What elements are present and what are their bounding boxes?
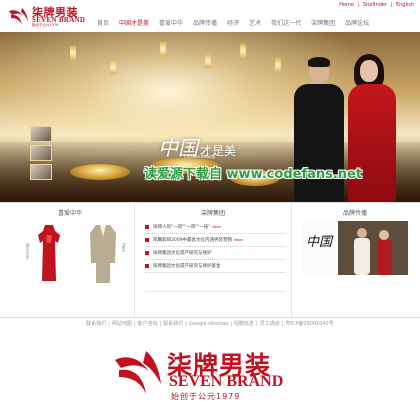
nav-item-china-beauty[interactable]: 中国才是美: [114, 18, 154, 30]
main-nav: 首页 中国才是美 喜爱中华 品牌传播 经济 艺术 我们这一代 柒牌集团 品牌论坛: [92, 18, 374, 30]
watermark: 读爱源下载自 www.codefans.net: [144, 163, 362, 182]
footer-link[interactable]: 客户咨询: [138, 321, 158, 327]
suit-image[interactable]: [88, 223, 118, 285]
news-list: 柒牌人的"一哥""一哥""一枝" New! 荣膺影响2009中最具文化内涵男装营销…: [145, 221, 285, 273]
new-badge: New!: [212, 225, 222, 229]
thumbnail[interactable]: [30, 126, 52, 142]
bullet-icon: [145, 225, 149, 229]
slogan-subline: Chinese Beauty: [184, 154, 216, 159]
group-news-section: 柒牌集团 柒牌人的"一哥""一哥""一枝" New! 荣膺影响2009中最具文化内…: [134, 203, 292, 318]
footer-link[interactable]: 网站地图: [112, 321, 132, 327]
section-title: 品牌传播: [342, 210, 367, 217]
watermark-url: www.codefans.net: [226, 167, 363, 182]
chandelier-light: [275, 54, 281, 76]
chandelier-light: [70, 42, 76, 64]
nav-item-economy[interactable]: 经济: [222, 18, 244, 30]
english-link[interactable]: English: [396, 2, 414, 8]
brand-calligraphy-image[interactable]: 中国: [302, 221, 336, 275]
separator: |: [281, 321, 284, 327]
gold-bowl: [70, 164, 130, 180]
women-label: Women: [24, 243, 29, 260]
nav-item-our-generation[interactable]: 我们这一代: [266, 18, 306, 30]
brand-promo-section: 品牌传播 中国: [296, 203, 414, 318]
home-link[interactable]: Home: [339, 2, 354, 8]
footer-link[interactable]: 招聘信息: [234, 321, 254, 327]
separator: |: [357, 2, 360, 8]
thumbnail[interactable]: [30, 164, 52, 180]
list-item[interactable]: 柒牌集团文化遗产研究与保护: [145, 247, 285, 260]
separator: |: [230, 321, 233, 327]
news-divider: [145, 291, 285, 295]
list-item[interactable]: 柒牌人的"一哥""一哥""一枝" New!: [145, 221, 285, 234]
footer-links: 联系我们 | 网站地图 | 客户咨询 | 联系我们 | Google sitemap | 招聘信息 |…: [0, 320, 420, 327]
content-area: 喜爱中华 Women Men 柒牌集团 柒牌人的"一哥""一哥""一枝" New!…: [0, 202, 420, 318]
separator: |: [185, 321, 187, 327]
separator: |: [108, 321, 110, 327]
footer-link[interactable]: 联系我们: [86, 321, 106, 327]
footer-brand-logo: 柒牌男装 SEVEN BRAND 始创于公元1979: [113, 338, 313, 408]
nav-item-art[interactable]: 艺术: [244, 18, 266, 30]
nav-item-group[interactable]: 柒牌集团: [306, 18, 340, 30]
news-title: 荣膺影响2009中最具文化内涵男装营销: [153, 238, 232, 243]
separator: |: [390, 2, 393, 8]
love-china-section: 喜爱中华 Women Men: [10, 203, 130, 318]
news-title: 柒牌人的"一哥""一哥""一枝": [153, 225, 211, 230]
header: 柒牌男装 SEVEN BRAND 始创于公元1979 Home | Sitefi…: [0, 0, 420, 32]
top-links: Home | Sitefinder | English: [337, 2, 414, 8]
news-title: 柒牌集团文化遗产研究与保护基金: [153, 264, 221, 269]
nav-item-home[interactable]: 首页: [92, 18, 114, 30]
separator: |: [133, 321, 136, 327]
separator: |: [256, 321, 258, 327]
chandelier-light: [110, 56, 116, 78]
new-badge: New!: [233, 238, 243, 242]
separator: |: [159, 321, 162, 327]
list-item[interactable]: 荣膺影响2009中最具文化内涵男装营销 New!: [145, 234, 285, 247]
list-item[interactable]: 柒牌集团文化遗产研究与保护基金: [145, 260, 285, 273]
men-label: Men: [120, 243, 125, 253]
brand-since: 始创于公元1979: [171, 392, 241, 401]
section-title: 喜爱中华: [57, 210, 82, 217]
brand-wing-icon: [115, 351, 161, 394]
bullet-icon: [145, 251, 149, 255]
footer-link[interactable]: 员工通道: [260, 321, 280, 327]
sitefinder-link[interactable]: Sitefinder: [363, 2, 387, 8]
calligraphy-text: 中国: [306, 235, 333, 250]
footer-divider: [0, 317, 420, 318]
brand-since: 始创于公元1979: [32, 23, 59, 27]
qipao-image[interactable]: [34, 223, 64, 283]
watermark-cn: 读爱源下载自: [144, 167, 223, 182]
footer-link[interactable]: Google sitemap: [189, 321, 228, 327]
section-title: 柒牌集团: [200, 210, 225, 217]
nav-item-love-china[interactable]: 喜爱中华: [154, 18, 188, 30]
brand-wing-icon: [9, 8, 28, 25]
chandelier-light: [205, 50, 211, 72]
bullet-icon: [145, 238, 149, 242]
thumbnail[interactable]: [30, 145, 52, 161]
nav-item-forum[interactable]: 品牌论坛: [340, 18, 374, 30]
thumbnail-strip: [30, 126, 54, 183]
footer-link[interactable]: 联系我们: [163, 321, 183, 327]
bullet-icon: [145, 264, 149, 268]
nav-item-brand-promo[interactable]: 品牌传播: [188, 18, 222, 30]
brand-name-en: SEVEN BRAND: [169, 373, 284, 390]
chandelier-light: [160, 38, 166, 60]
news-title: 柒牌集团文化遗产研究与保护: [153, 251, 212, 256]
chandelier-light: [240, 40, 246, 62]
brand-model-image[interactable]: [338, 221, 408, 275]
icp-number: 粤ICP备05001042号: [285, 321, 334, 327]
